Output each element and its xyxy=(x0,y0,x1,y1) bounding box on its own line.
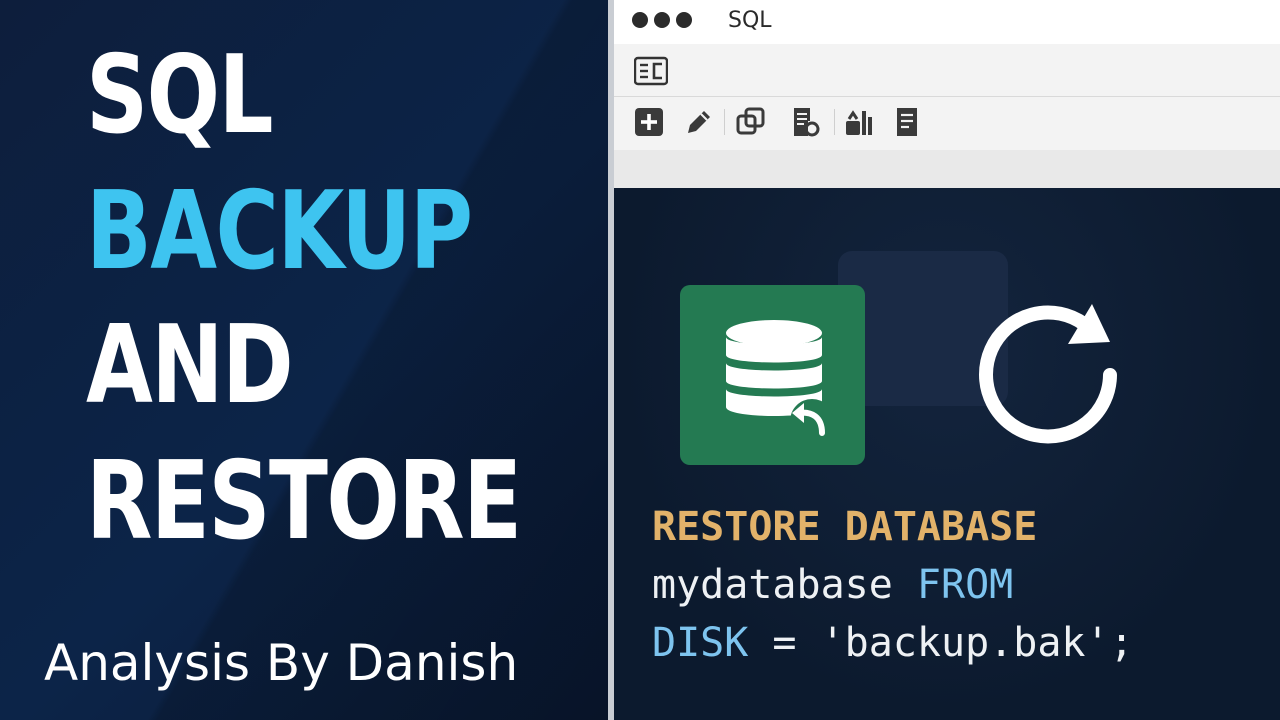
refresh-icon xyxy=(979,304,1117,444)
window-title: SQL xyxy=(728,8,772,33)
minimize-window-button[interactable] xyxy=(654,12,670,28)
toolbar-separator xyxy=(724,109,725,135)
editor-area[interactable]: RESTORE DATABASE mydatabase FROM DISK = … xyxy=(614,188,1280,720)
code-keyword-from: FROM xyxy=(916,562,1014,608)
add-icon[interactable] xyxy=(632,105,666,139)
code-identifier: mydatabase xyxy=(652,562,893,608)
expand-collapse-icon[interactable] xyxy=(634,56,668,86)
title-line-and: AND xyxy=(86,303,294,428)
title-line-restore: RESTORE xyxy=(86,439,522,564)
toolbar-separator xyxy=(834,109,835,135)
code-line-2: mydatabase FROM xyxy=(652,556,1013,614)
edit-icon[interactable] xyxy=(682,105,716,139)
close-window-button[interactable] xyxy=(632,12,648,28)
toolbar-strip xyxy=(614,150,1280,188)
code-disk-value: = 'backup.bak'; xyxy=(748,620,1134,666)
title-line-backup: BACKUP xyxy=(86,169,473,294)
title-line-sql: SQL xyxy=(86,33,274,158)
document-settings-icon[interactable] xyxy=(788,105,822,139)
author-credit: Analysis By Danish xyxy=(44,634,519,692)
code-keyword-disk: DISK xyxy=(652,620,749,666)
code-line-1: RESTORE DATABASE xyxy=(652,498,1037,556)
database-tools-icon[interactable] xyxy=(842,105,876,139)
window-controls xyxy=(632,12,698,32)
thumbnail-left-panel: SQL BACKUP AND RESTORE Analysis By Danis… xyxy=(0,0,608,720)
copy-icon[interactable] xyxy=(734,105,768,139)
window-titlebar: SQL xyxy=(614,0,1280,44)
code-line-3: DISK = 'backup.bak'; xyxy=(652,614,1134,672)
code-keyword-restore-database: RESTORE DATABASE xyxy=(652,504,1038,550)
sql-editor-window: SQL RESTORE DATABASE mydatabase FROM DIS… xyxy=(614,0,1280,720)
maximize-window-button[interactable] xyxy=(676,12,692,28)
toolbar xyxy=(614,97,1280,150)
menu-bar xyxy=(614,44,1280,97)
database-restore-icon xyxy=(680,285,865,465)
script-icon[interactable] xyxy=(890,105,924,139)
